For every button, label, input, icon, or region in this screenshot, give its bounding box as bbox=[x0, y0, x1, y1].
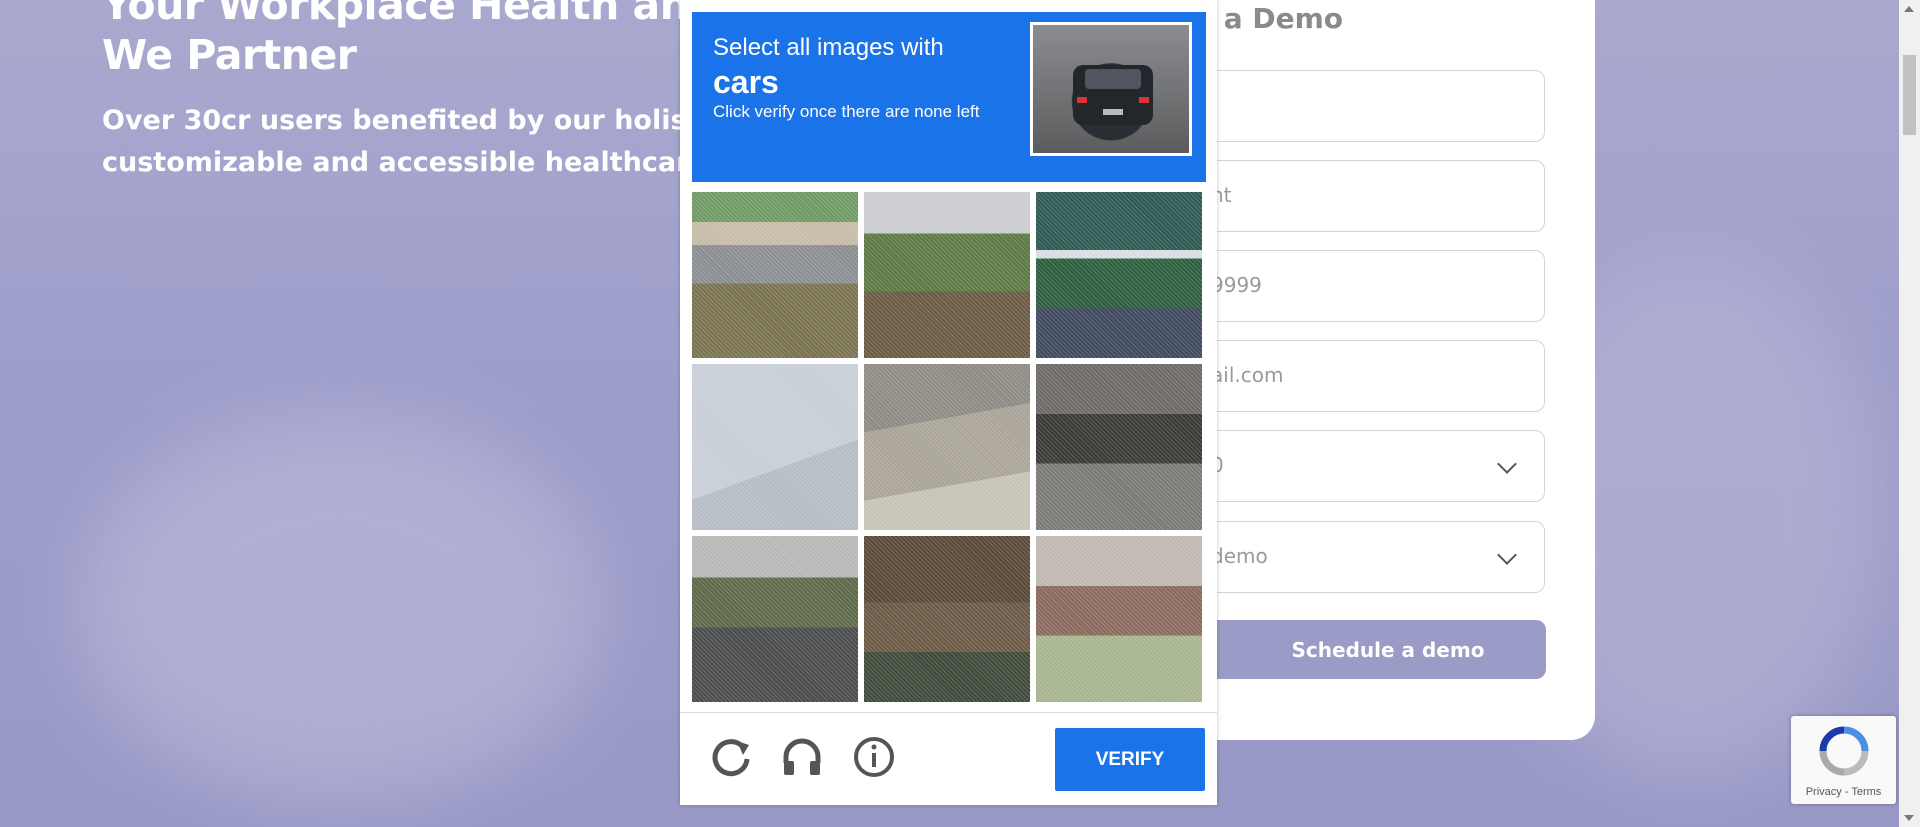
captcha-tile[interactable] bbox=[864, 364, 1030, 530]
recaptcha-logo-icon bbox=[1819, 726, 1869, 776]
captcha-hint: Click verify once there are none left bbox=[713, 102, 980, 121]
captcha-instruction: Select all images with bbox=[713, 34, 944, 61]
captcha-tile[interactable] bbox=[864, 536, 1030, 702]
captcha-tile[interactable] bbox=[692, 192, 858, 358]
verify-button[interactable]: VERIFY bbox=[1055, 728, 1205, 791]
captcha-tile[interactable] bbox=[1036, 192, 1202, 358]
scrollbar[interactable] bbox=[1899, 0, 1920, 827]
audio-icon[interactable] bbox=[778, 733, 826, 781]
captcha-header: Select all images with cars Click verify… bbox=[692, 12, 1206, 182]
captcha-grid bbox=[692, 192, 1206, 702]
reload-icon[interactable] bbox=[707, 733, 755, 781]
form-title: e a Demo bbox=[1195, 2, 1344, 35]
info-icon[interactable] bbox=[850, 733, 898, 781]
captcha-tile[interactable] bbox=[1036, 536, 1202, 702]
recaptcha-badge[interactable]: Privacy - Terms bbox=[1791, 716, 1896, 804]
captcha-target: cars bbox=[713, 64, 779, 100]
scroll-thumb[interactable] bbox=[1903, 55, 1916, 135]
chevron-down-icon bbox=[1497, 545, 1517, 565]
chevron-down-icon bbox=[1497, 454, 1517, 474]
recaptcha-links[interactable]: Privacy - Terms bbox=[1791, 786, 1896, 798]
captcha-tile[interactable] bbox=[692, 364, 858, 530]
scroll-up-icon[interactable] bbox=[1904, 6, 1914, 12]
captcha-dialog: Select all images with cars Click verify… bbox=[680, 0, 1217, 805]
captcha-footer: VERIFY bbox=[680, 712, 1217, 806]
background-shape bbox=[80, 420, 600, 800]
captcha-sample-image bbox=[1030, 22, 1192, 156]
car-icon bbox=[1073, 65, 1153, 125]
captcha-tile[interactable] bbox=[864, 192, 1030, 358]
captcha-tile[interactable] bbox=[692, 536, 858, 702]
scroll-down-icon[interactable] bbox=[1904, 815, 1914, 821]
captcha-tile[interactable] bbox=[1036, 364, 1202, 530]
